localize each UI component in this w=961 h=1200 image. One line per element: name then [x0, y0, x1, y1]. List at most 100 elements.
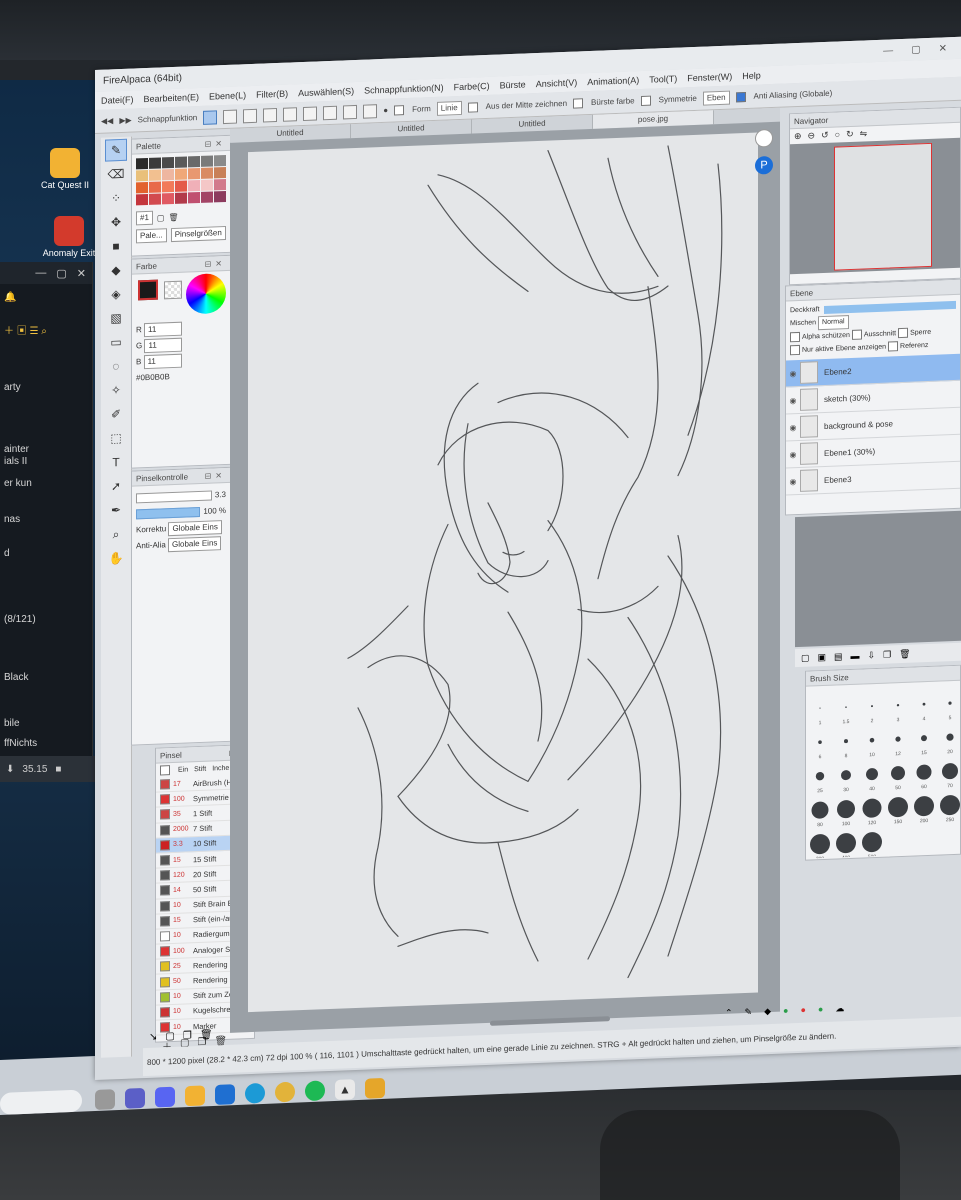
- lock-checkbox[interactable]: [898, 327, 909, 339]
- merge-icon[interactable]: ⇩: [868, 650, 876, 661]
- cloud-icon[interactable]: ☁: [835, 1003, 844, 1017]
- eraser-tool-icon[interactable]: ⌫: [105, 163, 127, 186]
- minimize-icon[interactable]: —: [35, 267, 46, 279]
- form-checkbox[interactable]: [394, 104, 405, 116]
- bell-icon[interactable]: 🔔: [0, 292, 20, 303]
- download-icon[interactable]: ⬇: [6, 764, 14, 775]
- snap-vanish-button[interactable]: [323, 105, 338, 120]
- select-tool-icon[interactable]: ▭: [105, 331, 127, 354]
- magic-wand-tool-icon[interactable]: ✧: [105, 379, 127, 402]
- palette-swatch[interactable]: [162, 180, 174, 193]
- eyedropper-tool-icon[interactable]: ✒: [105, 499, 127, 522]
- close-icon[interactable]: ⊟✕: [205, 258, 226, 268]
- maximize-icon[interactable]: ▢: [56, 267, 66, 280]
- list-item[interactable]: bile: [0, 718, 24, 729]
- pen-icon[interactable]: ✎: [745, 1007, 753, 1021]
- layer-row[interactable]: ◉ Ebene3: [786, 461, 960, 496]
- menu-ansicht[interactable]: Ansicht(V): [536, 77, 578, 89]
- palette-swatch[interactable]: [175, 192, 187, 204]
- menu-buerste[interactable]: Bürste: [500, 79, 526, 90]
- clipping-checkbox[interactable]: [851, 329, 862, 341]
- list-item[interactable]: er kun: [0, 478, 36, 489]
- list-item[interactable]: (8/121): [0, 614, 40, 625]
- drawing-canvas[interactable]: [248, 132, 758, 1013]
- brush-size-dot[interactable]: [896, 703, 900, 707]
- brush-size-dot[interactable]: [888, 797, 908, 818]
- duplicate-icon[interactable]: ❐: [183, 1030, 192, 1041]
- foreground-color-swatch[interactable]: [138, 279, 158, 301]
- brush-size-dot[interactable]: [914, 796, 934, 817]
- brush-opacity-slider[interactable]: [136, 506, 201, 520]
- center-draw-checkbox[interactable]: [467, 101, 478, 113]
- palette-swatch[interactable]: [175, 180, 187, 192]
- palette-swatch[interactable]: [149, 169, 161, 181]
- snap-grid-button[interactable]: [243, 108, 258, 123]
- brush-size-dot[interactable]: [815, 771, 825, 781]
- palette-swatch[interactable]: [188, 191, 200, 204]
- reference-checkbox[interactable]: [888, 341, 899, 352]
- chrome-icon[interactable]: [275, 1081, 295, 1103]
- palette-swatch[interactable]: [162, 192, 174, 205]
- snap-curve-button[interactable]: [303, 105, 318, 121]
- eye-icon[interactable]: ◉: [786, 422, 800, 432]
- rotate-right-icon[interactable]: ↻: [846, 129, 854, 140]
- transparent-color-swatch[interactable]: [164, 280, 182, 300]
- palette-swatch[interactable]: [214, 190, 226, 203]
- blend-select[interactable]: Normal: [818, 315, 849, 331]
- edge-icon[interactable]: [245, 1082, 265, 1104]
- antialias-select[interactable]: Globale Eins: [168, 536, 222, 553]
- menu-ebene[interactable]: Ebene(L): [209, 90, 246, 101]
- menu-datei[interactable]: Datei(F): [101, 95, 134, 106]
- snap-perspective-button[interactable]: [343, 104, 358, 119]
- tray-icon[interactable]: ◆: [764, 1006, 771, 1020]
- add-brush-icon[interactable]: ↘: [149, 1031, 157, 1042]
- move-tool-icon[interactable]: ✥: [105, 211, 127, 234]
- fill-rect-tool-icon[interactable]: ■: [105, 235, 127, 258]
- desktop-icon-anomaly-exit[interactable]: Anomaly Exit: [34, 216, 104, 258]
- palette-swatch[interactable]: [136, 181, 148, 194]
- palette-swatch[interactable]: [188, 167, 200, 180]
- palette-swatch[interactable]: [214, 166, 226, 179]
- palette-swatch[interactable]: [201, 179, 213, 191]
- rotate-left-icon[interactable]: ↺: [821, 130, 829, 141]
- teams-icon[interactable]: [125, 1087, 145, 1109]
- palette-tab[interactable]: Pale...: [136, 228, 167, 244]
- palette-swatch[interactable]: [188, 179, 200, 192]
- list-item[interactable]: d: [0, 548, 14, 559]
- text-tool-icon[interactable]: T: [105, 451, 127, 474]
- palette-swatch[interactable]: [201, 155, 213, 167]
- trash-icon[interactable]: 🗑: [200, 1029, 213, 1040]
- brush-size-grid[interactable]: 1 1.5 2 3 4 5 6 8 10 12 15 20 25 30 40 50 60 70 80 100 120 15…: [806, 681, 960, 862]
- brush-size-dot[interactable]: [891, 766, 905, 781]
- file-explorer-icon[interactable]: [185, 1085, 205, 1107]
- task-view-icon[interactable]: [95, 1089, 115, 1111]
- tray-red-icon[interactable]: ●: [800, 1005, 805, 1019]
- brush-size-dot[interactable]: [895, 736, 901, 742]
- lock-icon[interactable]: ■: [55, 764, 61, 775]
- list-item[interactable]: Black: [0, 672, 32, 683]
- brush-size-dot[interactable]: [844, 739, 848, 744]
- brush-size-dot[interactable]: [942, 763, 958, 780]
- new-1bit-layer-icon[interactable]: ▤: [834, 651, 843, 662]
- menu-animation[interactable]: Animation(A): [587, 75, 639, 87]
- menu-farbe[interactable]: Farbe(C): [454, 81, 490, 92]
- zoom-in-icon[interactable]: ⊕: [794, 131, 802, 142]
- duplicate-icon[interactable]: ❐: [883, 649, 891, 660]
- zoom-out-icon[interactable]: ⊖: [808, 130, 816, 141]
- menu-bearbeiten[interactable]: Bearbeiten(E): [144, 92, 200, 104]
- brush-size-dot[interactable]: [819, 707, 821, 709]
- close-icon[interactable]: ✕: [939, 43, 947, 54]
- firealpaca-icon[interactable]: ▲: [335, 1079, 355, 1100]
- tray-green2-icon[interactable]: ●: [818, 1004, 823, 1018]
- brush-size-slider[interactable]: [136, 490, 212, 504]
- list-item[interactable]: arty: [0, 382, 25, 393]
- reset-icon[interactable]: ○: [835, 129, 840, 140]
- taskbar-search[interactable]: [0, 1089, 82, 1115]
- tray-green-icon[interactable]: ●: [783, 1005, 788, 1019]
- snap-off-button[interactable]: [203, 109, 218, 125]
- store-icon[interactable]: [215, 1084, 235, 1105]
- snap-parallel-button[interactable]: [223, 109, 238, 124]
- menu-filter[interactable]: Filter(B): [256, 89, 288, 100]
- brush-filter-checkbox[interactable]: [160, 765, 170, 776]
- palette-preset-select[interactable]: #1: [136, 210, 153, 226]
